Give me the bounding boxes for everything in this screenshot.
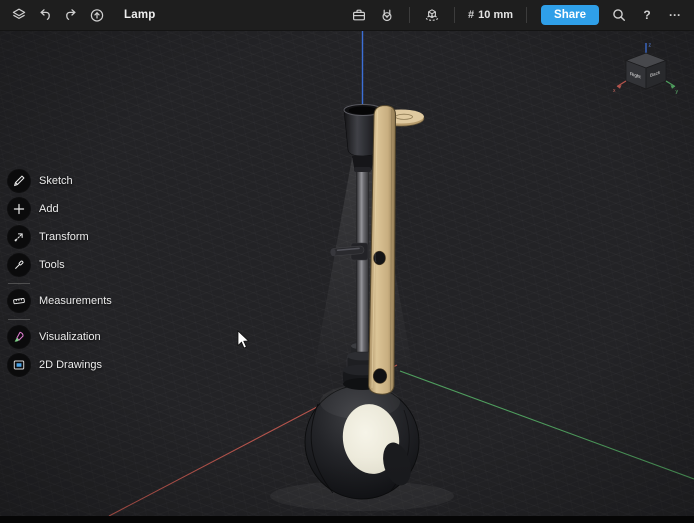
search-button[interactable] — [606, 3, 632, 27]
cube-y-label: y — [676, 89, 679, 95]
toolbar-left-group: Lamp — [6, 3, 155, 27]
more-options-button[interactable]: ··· — [662, 3, 688, 27]
sidebar-item-label: Add — [39, 203, 59, 215]
grid-units-button[interactable]: # 10 mm — [464, 9, 517, 21]
undo-icon — [37, 7, 53, 23]
help-button[interactable]: ? — [634, 3, 660, 27]
search-icon — [611, 7, 627, 23]
sync-upload-icon — [89, 7, 105, 23]
cube-y-axis — [666, 81, 675, 87]
toolbox-icon — [351, 7, 367, 23]
toolbar-right-group: # 10 mm Share ? ··· — [346, 3, 688, 27]
grid-icon: # — [468, 9, 474, 21]
toolbar-separator — [454, 7, 455, 23]
tool-sidebar: Sketch Add Transform Tool — [8, 167, 112, 379]
undo-button[interactable] — [32, 3, 58, 27]
sidebar-item-measurements[interactable]: Measurements — [8, 287, 112, 315]
sidebar-item-sketch[interactable]: Sketch — [8, 167, 112, 195]
sidebar-item-label: Transform — [39, 231, 89, 243]
toolbar-separator — [409, 7, 410, 23]
sidebar-item-transform[interactable]: Transform — [8, 223, 112, 251]
document-title: Lamp — [124, 9, 155, 21]
sidebar-item-label: 2D Drawings — [39, 359, 102, 371]
toolbox-button[interactable] — [346, 3, 372, 27]
sidebar-item-tools[interactable]: Tools — [8, 251, 112, 279]
arm-hole-bottom — [373, 369, 387, 384]
projects-icon — [11, 7, 27, 23]
view-orientation-button[interactable] — [419, 3, 445, 27]
cube-x-axis — [617, 81, 626, 87]
ruler-icon — [12, 294, 26, 308]
grid-units-value: 10 mm — [478, 9, 513, 21]
sidebar-item-label: Tools — [39, 259, 65, 271]
sidebar-item-label: Visualization — [39, 331, 101, 343]
bottom-edge-strip — [0, 516, 694, 523]
share-button[interactable]: Share — [541, 5, 599, 25]
sidebar-divider — [8, 315, 112, 323]
drawing-sheet-icon — [12, 358, 26, 372]
redo-icon — [63, 7, 79, 23]
redo-button[interactable] — [58, 3, 84, 27]
cad-app-window: Lamp — [0, 0, 694, 523]
y-axis-line — [400, 371, 694, 479]
sidebar-item-add[interactable]: Add — [8, 195, 112, 223]
pencil-icon — [12, 174, 26, 188]
transform-arrows-icon — [12, 230, 26, 244]
toolbar-separator — [526, 7, 527, 23]
top-toolbar: Lamp — [0, 0, 694, 30]
3d-viewport[interactable]: Sketch Add Transform Tool — [0, 30, 694, 516]
cube-x-label: x — [613, 88, 616, 94]
view-orientation-icon — [424, 7, 440, 23]
hammer-icon — [12, 258, 26, 272]
cube-z-label: z — [649, 43, 652, 49]
plus-icon — [12, 202, 26, 216]
sidebar-item-visualization[interactable]: Visualization — [8, 323, 112, 351]
sidebar-item-label: Sketch — [39, 175, 73, 187]
sidebar-item-2d-drawings[interactable]: 2D Drawings — [8, 351, 112, 379]
sidebar-divider — [8, 279, 112, 287]
spacemouse-icon — [379, 7, 395, 23]
projects-button[interactable] — [6, 3, 32, 27]
sidebar-item-label: Measurements — [39, 295, 112, 307]
paintbrush-icon — [12, 330, 26, 344]
navigation-cube[interactable]: z Right Back x y — [612, 40, 680, 102]
sync-button[interactable] — [84, 3, 110, 27]
spacemouse-button[interactable] — [374, 3, 400, 27]
